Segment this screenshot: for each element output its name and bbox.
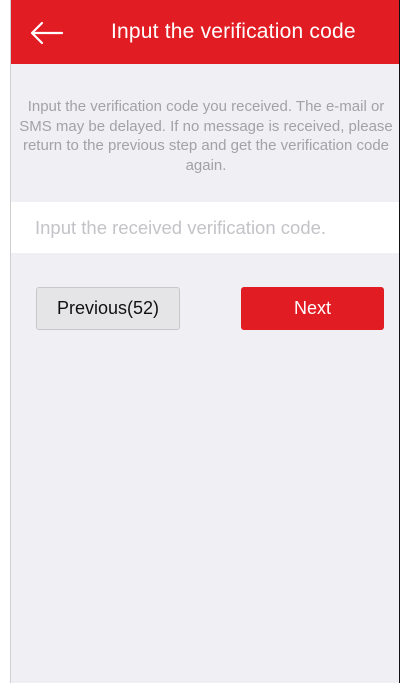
page-title: Input the verification code bbox=[111, 20, 356, 43]
app-screen: Input the verification code Input the ve… bbox=[10, 0, 400, 683]
instruction-text: Input the verification code you received… bbox=[19, 98, 393, 174]
arrow-left-icon bbox=[29, 18, 69, 48]
verification-code-input[interactable] bbox=[11, 202, 399, 253]
back-button[interactable] bbox=[29, 18, 69, 48]
previous-button[interactable]: Previous(52) bbox=[36, 287, 180, 330]
verification-code-field bbox=[11, 202, 399, 253]
navigation-bar: Input the verification code bbox=[11, 0, 399, 64]
next-button[interactable]: Next bbox=[241, 287, 384, 330]
